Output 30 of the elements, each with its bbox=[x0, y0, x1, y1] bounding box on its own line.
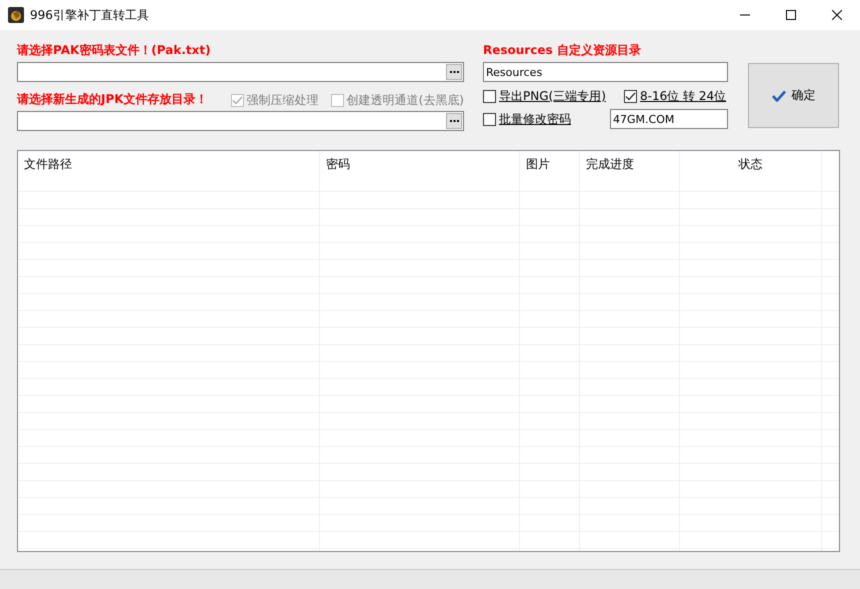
column-header[interactable]: 完成进度 bbox=[586, 156, 634, 173]
window-title: 996引擎补丁直转工具 bbox=[30, 6, 149, 24]
column-header[interactable]: 图片 bbox=[526, 156, 550, 173]
checkbox-label: 批量修改密码 bbox=[499, 110, 571, 128]
confirm-button[interactable]: 确定 bbox=[748, 63, 839, 128]
checkbox[interactable] bbox=[483, 112, 496, 126]
field-label: 请选择新生成的JPK文件存放目录！ bbox=[17, 91, 209, 108]
browse-button[interactable] bbox=[446, 64, 462, 80]
field-label: 请选择PAK密码表文件！(Pak.txt) bbox=[17, 42, 212, 59]
checkbox[interactable] bbox=[483, 90, 496, 103]
ellipsis-icon bbox=[450, 120, 458, 122]
ellipsis-icon bbox=[450, 70, 458, 74]
folder-field[interactable]: Resources bbox=[483, 62, 728, 82]
column-header[interactable]: 文件路径 bbox=[24, 156, 72, 173]
path-field[interactable] bbox=[17, 111, 464, 131]
checkbox-label: 强制压缩处理 bbox=[246, 92, 319, 108]
app-icon bbox=[8, 7, 24, 23]
checkbox-label: 创建透明通道(去黑底) bbox=[346, 92, 464, 108]
path-field[interactable] bbox=[17, 62, 464, 82]
browse-button[interactable] bbox=[446, 113, 462, 129]
column-header[interactable]: 状态 bbox=[738, 156, 762, 173]
checkbox-label: 导出PNG(三端专用) bbox=[499, 88, 606, 105]
checkbox-label: 8-16位 转 24位 bbox=[640, 88, 726, 105]
column-header[interactable]: 密码 bbox=[326, 156, 350, 173]
maximize-icon bbox=[786, 10, 796, 20]
close-icon bbox=[832, 10, 842, 20]
checkbox[interactable] bbox=[624, 90, 637, 103]
checkmark-icon bbox=[772, 90, 786, 102]
text-field[interactable]: 47GM.COM bbox=[610, 109, 728, 129]
field-label: Resources 自定义资源目录 bbox=[483, 42, 642, 59]
